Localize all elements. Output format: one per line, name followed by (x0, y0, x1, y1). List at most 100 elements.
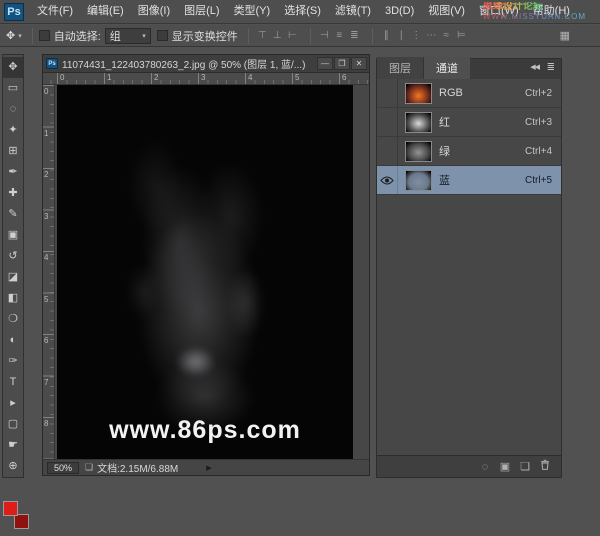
rectangular-marquee-tool[interactable]: ▭ (3, 78, 23, 99)
tab-channels[interactable]: 通道 (424, 57, 470, 79)
distribute-hcenter-icon[interactable]: ≈ (439, 27, 454, 45)
smoke-image (57, 85, 353, 459)
quick-selection-tool[interactable]: ✦ (3, 120, 23, 141)
menu-3d[interactable]: 3D(D) (378, 0, 421, 23)
menu-file[interactable]: 文件(F) (30, 0, 80, 23)
history-brush-tool[interactable]: ↺ (3, 246, 23, 267)
menu-type[interactable]: 类型(Y) (227, 0, 278, 23)
clone-stamp-tool[interactable]: ▣ (3, 225, 23, 246)
align-bottom-edges-icon[interactable]: ⊥ (270, 27, 285, 45)
pen-tool[interactable]: ✑ (3, 351, 23, 372)
show-transform-label: 显示变换控件 (172, 28, 238, 44)
new-channel-icon[interactable]: ❏ (515, 457, 535, 477)
separator (248, 28, 249, 44)
auto-select-target-dropdown[interactable]: 组 ▾ (105, 28, 151, 44)
ruler-number: 2 (154, 73, 158, 82)
document-title: 11074431_122403780263_2.jpg @ 50% (图层 1,… (62, 56, 316, 71)
channel-shortcut: Ctrl+4 (525, 146, 552, 157)
minimize-button[interactable]: — (317, 57, 333, 70)
distribute-left-icon[interactable]: ⋯ (424, 27, 439, 45)
collapse-panel-icon[interactable]: ◀◀ (530, 63, 539, 71)
menu-image[interactable]: 图像(I) (131, 0, 177, 23)
menu-edit[interactable]: 编辑(E) (80, 0, 131, 23)
vertical-ruler[interactable]: 0 1 2 3 4 5 6 7 8 (43, 85, 55, 459)
channel-thumbnail-red (405, 112, 432, 133)
auto-select-label: 自动选择: (54, 28, 101, 44)
channel-row-green[interactable]: 绿 Ctrl+4 (377, 137, 561, 166)
distribute-vcenter-icon[interactable]: ∣ (394, 27, 409, 45)
ruler-number: 4 (44, 253, 48, 262)
background-color-swatch[interactable] (14, 514, 29, 529)
image-watermark: www.86ps.com (57, 416, 353, 445)
ruler-number: 3 (44, 212, 48, 221)
horizontal-type-tool[interactable]: T (3, 372, 23, 393)
align-v-centers-icon[interactable]: ≣ (347, 27, 362, 45)
delete-channel-icon[interactable] (535, 457, 555, 477)
panel-tab-bar: 图层 通道 ◀◀ ≣ (377, 59, 561, 79)
zoom-level-field[interactable]: 50% (47, 462, 79, 474)
site-watermark-line2: WWW.MISSYUAN.COM (483, 12, 586, 22)
channel-row-blue[interactable]: 蓝 Ctrl+5 (377, 166, 561, 195)
canvas[interactable]: www.86ps.com (57, 85, 353, 459)
dodge-tool[interactable]: ◐ (3, 330, 23, 351)
panel-menu-icon[interactable]: ≣ (547, 62, 555, 73)
eyedropper-tool[interactable]: ✒ (3, 162, 23, 183)
brush-tool[interactable]: ✎ (3, 204, 23, 225)
channel-shortcut: Ctrl+5 (525, 175, 552, 186)
menu-view[interactable]: 视图(V) (421, 0, 472, 23)
visibility-toggle[interactable] (377, 79, 398, 107)
restore-button[interactable]: ❐ (334, 57, 350, 70)
workspace-switcher-icon[interactable]: ▦ (560, 29, 570, 42)
status-menu-arrow-icon[interactable]: ▶ (206, 464, 211, 472)
distribute-bottom-icon[interactable]: ⋮ (409, 27, 424, 45)
photoshop-logo: Ps (4, 3, 24, 21)
tool-preset-picker[interactable]: ✥ ▾ (0, 29, 26, 42)
ruler-number: 6 (44, 336, 48, 345)
show-transform-checkbox[interactable] (157, 30, 168, 41)
menu-layer[interactable]: 图层(L) (177, 0, 226, 23)
visibility-toggle[interactable] (377, 166, 398, 194)
document-title-bar[interactable]: Ps 11074431_122403780263_2.jpg @ 50% (图层… (43, 55, 369, 73)
tab-layers[interactable]: 图层 (377, 57, 424, 79)
ruler-number: 5 (44, 295, 48, 304)
channels-panel: 图层 通道 ◀◀ ≣ RGB Ctrl+2 红 Ctrl+3 绿 Ctrl+4 (376, 58, 562, 478)
ruler-number: 6 (342, 73, 346, 82)
crop-tool[interactable]: ⊞ (3, 141, 23, 162)
visibility-toggle[interactable] (377, 108, 398, 136)
align-left-edges-icon[interactable]: ⊢ (285, 27, 300, 45)
load-channel-as-selection-icon[interactable]: ◌ (475, 457, 495, 477)
hand-tool[interactable]: ☛ (3, 435, 23, 456)
channel-row-red[interactable]: 红 Ctrl+3 (377, 108, 561, 137)
lasso-tool[interactable]: ◌ (3, 99, 23, 120)
visibility-toggle[interactable] (377, 137, 398, 165)
channel-row-rgb[interactable]: RGB Ctrl+2 (377, 79, 561, 108)
color-swatches (3, 501, 29, 529)
align-centers-group: ⊣ ≡ ≣ (317, 27, 362, 45)
gradient-tool[interactable]: ◧ (3, 288, 23, 309)
channel-shortcut: Ctrl+3 (525, 117, 552, 128)
distribute-right-icon[interactable]: ⊨ (454, 27, 469, 45)
panel-empty-area (377, 195, 561, 455)
spot-healing-brush-tool[interactable]: ✚ (3, 183, 23, 204)
distribute-top-icon[interactable]: ∥ (379, 27, 394, 45)
zoom-tool[interactable]: ⊕ (3, 456, 23, 477)
align-h-centers-icon[interactable]: ≡ (332, 27, 347, 45)
menu-select[interactable]: 选择(S) (277, 0, 328, 23)
blur-tool[interactable]: ❍ (3, 309, 23, 330)
horizontal-ruler[interactable]: 0 1 2 3 4 5 6 (43, 73, 369, 85)
save-selection-as-channel-icon[interactable]: ▣ (495, 457, 515, 477)
move-tool[interactable]: ✥ (3, 57, 23, 78)
align-top-edges-icon[interactable]: ⊤ (255, 27, 270, 45)
rectangle-shape-tool[interactable]: ▢ (3, 414, 23, 435)
foreground-color-swatch[interactable] (3, 501, 18, 516)
menu-bar: Ps 文件(F) 编辑(E) 图像(I) 图层(L) 类型(Y) 选择(S) 滤… (0, 0, 600, 24)
menu-filter[interactable]: 滤镜(T) (328, 0, 378, 23)
align-right-edges-icon[interactable]: ⊣ (317, 27, 332, 45)
path-selection-tool[interactable]: ▸ (3, 393, 23, 414)
close-button[interactable]: ✕ (351, 57, 367, 70)
ruler-number: 2 (44, 170, 48, 179)
auto-select-checkbox[interactable] (39, 30, 50, 41)
channel-thumbnail-blue (405, 170, 432, 191)
eraser-tool[interactable]: ◪ (3, 267, 23, 288)
ruler-number: 5 (295, 73, 299, 82)
